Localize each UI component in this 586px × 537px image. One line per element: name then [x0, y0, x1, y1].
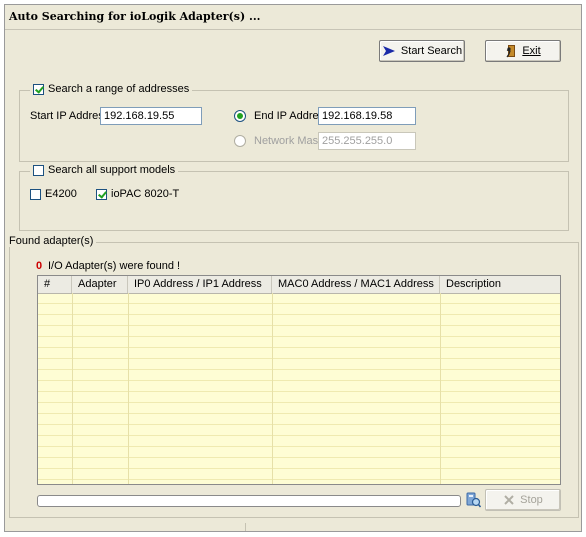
arrow-right-icon: [382, 45, 396, 57]
model-label-e4200: E4200: [45, 188, 77, 200]
search-progress-bar: [37, 495, 461, 507]
search-dialog: Auto Searching for ioLogik Adapter(s) ..…: [4, 4, 582, 532]
range-checkbox-label: Search a range of addresses: [48, 83, 190, 95]
found-count: 0: [36, 260, 43, 272]
column-description[interactable]: Description: [440, 276, 560, 293]
column-divider: [72, 293, 73, 484]
models-legend[interactable]: Search all support models: [30, 164, 179, 176]
range-group: Search a range of addresses Start IP Add…: [19, 83, 569, 162]
column-divider: [440, 293, 441, 484]
network-mask-label: Network Mask:: [254, 135, 327, 147]
title-bar: Auto Searching for ioLogik Adapter(s) ..…: [5, 5, 581, 30]
start-search-label: Start Search: [400, 45, 463, 57]
exit-door-icon: [505, 44, 517, 58]
start-ip-field[interactable]: 192.168.19.55: [100, 107, 202, 125]
model-item-iopac[interactable]: ioPAC 8020-T: [96, 188, 179, 200]
stop-label: Stop: [520, 494, 543, 506]
model-item-e4200[interactable]: E4200: [30, 188, 77, 200]
range-legend[interactable]: Search a range of addresses: [30, 83, 193, 95]
model-label-iopac: ioPAC 8020-T: [111, 188, 180, 200]
adapter-table[interactable]: # Adapter IP0 Address / IP1 Address MAC0…: [37, 275, 561, 485]
range-checkbox[interactable]: [33, 83, 44, 95]
column-divider: [272, 293, 273, 484]
found-legend: Found adapter(s): [6, 235, 97, 247]
stop-button[interactable]: Stop: [485, 489, 561, 511]
models-checkbox[interactable]: [33, 164, 44, 176]
start-search-button[interactable]: Start Search: [379, 40, 465, 62]
network-mask-field[interactable]: 255.255.255.0: [318, 132, 416, 150]
column-mac-address[interactable]: MAC0 Address / MAC1 Address: [272, 276, 440, 293]
column-adapter[interactable]: Adapter: [72, 276, 128, 293]
models-group: Search all support models E4200 ioPAC 80…: [19, 164, 569, 231]
column-number[interactable]: #: [38, 276, 72, 293]
window-title: Auto Searching for ioLogik Adapter(s) ..…: [9, 10, 261, 23]
end-ip-radio[interactable]: [234, 110, 246, 122]
column-ip-address[interactable]: IP0 Address / IP1 Address: [128, 276, 272, 293]
exit-label: Exit: [522, 45, 541, 57]
model-checkbox-iopac[interactable]: [96, 188, 107, 200]
model-checkbox-e4200[interactable]: [30, 188, 41, 200]
end-ip-field[interactable]: 192.168.19.58: [318, 107, 416, 125]
network-search-icon: [465, 491, 482, 512]
stop-icon: [503, 494, 515, 506]
found-count-text: I/O Adapter(s) were found !: [48, 260, 181, 272]
column-divider: [128, 293, 129, 484]
table-header: # Adapter IP0 Address / IP1 Address MAC0…: [38, 276, 560, 294]
network-mask-radio[interactable]: [234, 135, 246, 147]
status-divider: [245, 523, 246, 531]
models-checkbox-label: Search all support models: [48, 164, 176, 176]
table-rows: [38, 293, 560, 484]
exit-button[interactable]: Exit: [485, 40, 561, 62]
